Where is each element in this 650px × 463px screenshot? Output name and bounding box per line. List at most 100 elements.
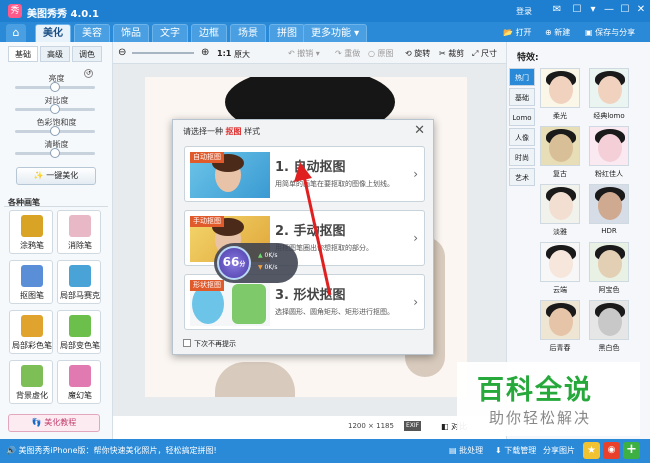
cutout-pen-tool[interactable]: 抠图笔 xyxy=(9,260,53,304)
effect-thumb[interactable] xyxy=(589,242,629,282)
weibo-icon[interactable]: ◉ xyxy=(603,442,620,459)
color-pen-tool[interactable]: 局部彩色笔 xyxy=(9,310,53,354)
tab-text[interactable]: 文字 xyxy=(152,24,188,42)
size-label: 尺寸 xyxy=(480,49,497,58)
effect-tab-hot[interactable]: 热门 xyxy=(509,68,535,86)
undo-button[interactable]: ↶ 撤销 ▾ xyxy=(288,48,320,59)
effect-label: 阿宝色 xyxy=(598,286,620,294)
background-blur-tool[interactable]: 背景虚化 xyxy=(9,360,53,404)
effect-thumb[interactable] xyxy=(540,68,580,108)
dialog-title-prefix: 请选择一种 xyxy=(183,127,223,136)
saturation-slider[interactable] xyxy=(15,126,95,136)
effect-tab-fashion[interactable]: 时尚 xyxy=(509,148,535,166)
watermark-subtitle: 助你轻松解决 xyxy=(489,409,592,427)
subtab-color[interactable]: 调色 xyxy=(72,46,102,62)
effect-tab-art[interactable]: 艺术 xyxy=(509,168,535,186)
home-icon[interactable]: ⌂ xyxy=(6,24,26,42)
original-image-button[interactable]: ○ 原图 xyxy=(368,48,394,59)
dialog-title: 请选择一种 抠图 样式 xyxy=(183,126,260,137)
contrast-slider[interactable] xyxy=(15,104,95,114)
tab-accessories[interactable]: 饰品 xyxy=(113,24,149,42)
main-tab-bar: ⌂ 美化 美容 饰品 文字 边框 场景 拼图 更多功能 ▾ 📂 打开 ⊕ 新建 … xyxy=(0,22,650,42)
doodle-pen-tool[interactable]: 涂鸦笔 xyxy=(9,210,53,254)
share-image-button[interactable]: 分享图片 xyxy=(543,445,575,456)
skin-icon[interactable]: ☐ xyxy=(570,4,584,15)
magic-pen-tool[interactable]: 魔幻笔 xyxy=(57,360,101,404)
effect-tab-basic[interactable]: 基础 xyxy=(509,88,535,106)
status-bar: 🔊 美图秀秀iPhone版：帮你快速美化照片，轻松搞定拼图! ▤ 批处理 ⬇ 下… xyxy=(0,439,650,463)
maximize-icon[interactable]: ☐ xyxy=(618,4,632,15)
chevron-right-icon: › xyxy=(413,167,418,181)
subtab-basic[interactable]: 基础 xyxy=(8,46,38,62)
exif-button[interactable]: EXIF xyxy=(404,421,422,431)
one-click-beautify-button[interactable]: ✨ 一键美化 xyxy=(16,167,96,185)
sharpness-knob[interactable] xyxy=(50,148,60,158)
ratio-button[interactable]: 1:1 xyxy=(217,49,231,58)
size-button[interactable]: ⤢ 尺寸 xyxy=(472,48,497,59)
zoom-slider[interactable] xyxy=(132,52,194,54)
sharpness-slider[interactable] xyxy=(15,148,95,158)
effect-thumb[interactable] xyxy=(589,68,629,108)
star-icon[interactable]: ★ xyxy=(583,442,600,459)
save-icon: ▣ xyxy=(585,28,593,37)
zoom-in-icon[interactable]: ⊕ xyxy=(201,47,209,58)
brightness-slider[interactable] xyxy=(15,82,95,92)
cutout-icon xyxy=(21,265,43,287)
effect-thumb[interactable] xyxy=(589,126,629,166)
effect-tab-lomo[interactable]: Lomo xyxy=(509,108,535,126)
eraser-pen-tool[interactable]: 消除笔 xyxy=(57,210,101,254)
save-share-button[interactable]: ▣ 保存与分享 xyxy=(585,26,635,40)
minimize-icon[interactable]: — xyxy=(602,4,616,15)
circle-icon: ○ xyxy=(368,49,375,58)
new-button[interactable]: ⊕ 新建 xyxy=(545,26,570,40)
crop-button[interactable]: ✂ 裁剪 xyxy=(439,48,464,59)
subtab-advanced[interactable]: 高级 xyxy=(40,46,70,62)
face xyxy=(598,134,622,162)
brightness-knob[interactable] xyxy=(50,82,60,92)
recolor-pen-tool[interactable]: 局部变色笔 xyxy=(57,310,101,354)
mosaic-tool[interactable]: 局部马赛克 xyxy=(57,260,101,304)
tip-text[interactable]: 🔊 美图秀秀iPhone版：帮你快速美化照片，轻松搞定拼图! xyxy=(6,445,217,456)
no-prompt-checkbox[interactable] xyxy=(183,339,191,347)
open-button[interactable]: 📂 打开 xyxy=(503,26,532,40)
effect-thumb[interactable] xyxy=(540,242,580,282)
saturation-knob[interactable] xyxy=(50,126,60,136)
message-icon[interactable]: ✉ xyxy=(550,4,564,15)
original-size-button[interactable]: 原大 xyxy=(234,49,250,60)
batch-button[interactable]: ▤ 批处理 xyxy=(449,445,483,456)
effect-tab-portrait[interactable]: 人像 xyxy=(509,128,535,146)
tab-beauty[interactable]: 美容 xyxy=(74,24,110,42)
tool-label: 消除笔 xyxy=(68,241,92,250)
effect-thumb[interactable] xyxy=(540,184,580,224)
image-dimensions: 1200 × 1185 xyxy=(348,422,394,430)
close-icon[interactable]: ✕ xyxy=(634,4,648,15)
tab-scene[interactable]: 场景 xyxy=(230,24,266,42)
zoom-out-icon[interactable]: ⊖ xyxy=(118,47,126,58)
effect-thumb[interactable] xyxy=(540,300,580,340)
download-manager-button[interactable]: ⬇ 下载管理 xyxy=(495,445,536,456)
tutorial-button[interactable]: 👣 美化教程 xyxy=(8,414,100,432)
speed-widget[interactable]: 66分 ▲ 0K/s ▼ 0K/s xyxy=(214,243,298,283)
close-icon[interactable]: ✕ xyxy=(414,123,425,138)
add-icon[interactable]: + xyxy=(623,442,640,459)
effect-thumb[interactable] xyxy=(540,126,580,166)
login-link[interactable]: 登录 xyxy=(516,6,532,17)
crop-label: 裁剪 xyxy=(448,49,465,58)
effect-thumb[interactable] xyxy=(589,184,629,224)
rotate-button[interactable]: ⟲ 旋转 xyxy=(405,48,430,59)
manual-cutout-tag: 手动抠图 xyxy=(190,216,224,227)
effect-thumb[interactable] xyxy=(589,300,629,340)
redo-icon: ↷ xyxy=(335,49,342,58)
rotate-icon: ⟲ xyxy=(405,49,412,58)
menu-icon[interactable]: ▾ xyxy=(586,4,600,15)
tab-collage[interactable]: 拼图 xyxy=(269,24,305,42)
no-prompt-label: 下次不再提示 xyxy=(194,340,236,348)
redo-button[interactable]: ↷ 重做 xyxy=(335,48,360,59)
effect-label: 粉红佳人 xyxy=(595,170,623,178)
tab-frame[interactable]: 边框 xyxy=(191,24,227,42)
recolor-icon xyxy=(69,315,91,337)
contrast-knob[interactable] xyxy=(50,104,60,114)
tab-more[interactable]: 更多功能 ▾ xyxy=(303,24,368,42)
tab-beautify[interactable]: 美化 xyxy=(35,24,71,42)
app-title: 美图秀秀 4.0.1 xyxy=(27,9,99,20)
